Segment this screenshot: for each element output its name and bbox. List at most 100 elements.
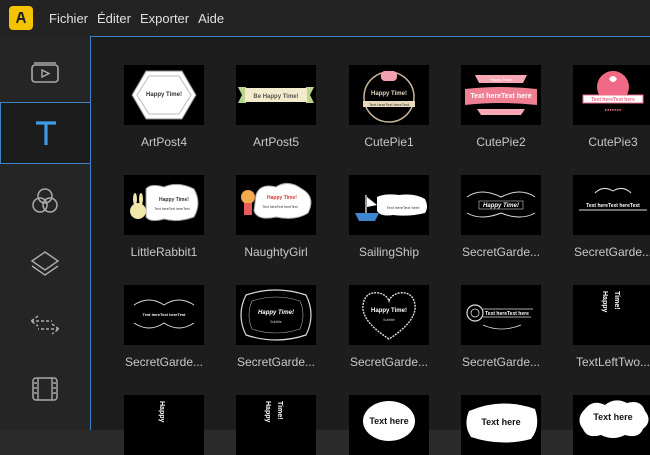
tile-label: SecretGarde... [573, 245, 650, 259]
thumb-text: Happy Time! [159, 197, 189, 203]
thumb-text: Text here [593, 412, 632, 422]
thumbnail: Happy Time! [461, 175, 541, 235]
tile-littlerabbit1[interactable]: Happy Time! Text hereText hereText Little… [124, 175, 204, 259]
tile-secretgarden-5[interactable]: Happy Time! Subtitle SecretGarde... [349, 285, 429, 369]
tile-bubble-2[interactable]: Text here [461, 395, 541, 455]
tile-vertical-2[interactable]: Happy [124, 395, 204, 455]
tile-label: ArtPost5 [252, 135, 300, 149]
menu-bar: Fichier Éditer Exporter Aide [0, 0, 650, 36]
tile-secretgarden-1[interactable]: Happy Time! SecretGarde... [461, 175, 541, 259]
tile-bubble-3[interactable]: Text here [573, 395, 650, 455]
thumbnail: Text here [573, 395, 650, 455]
thumbnail: Happy Time! Subtitle [349, 285, 429, 345]
thumb-text: Text hereText here [591, 97, 635, 103]
tile-secretgarden-3[interactable]: Text hereText hereText SecretGarde... [124, 285, 204, 369]
tile-textlefttwo[interactable]: Happy Time! TextLeftTwo... [573, 285, 650, 369]
thumbnail: Text hereText hereText [573, 175, 650, 235]
thumbnail: Happy Time! [124, 65, 204, 125]
text-template-gallery: Happy Time! ArtPost4 Be Happy Time! ArtP… [90, 36, 650, 455]
app-logo-icon [9, 6, 33, 30]
thumbnail: Happy Time! Subtitle [236, 285, 316, 345]
film-icon [32, 377, 58, 401]
tile-cutepie1[interactable]: Happy Time! Text hereText hereText CutePi… [349, 65, 429, 149]
transitions-icon [29, 315, 61, 335]
thumbnail: Happy Time! Text hereText hereText [124, 175, 204, 235]
svg-text:●●●●●●●: ●●●●●●● [605, 107, 622, 112]
tile-label: CutePie1 [364, 135, 414, 149]
thumbnail: Happy Time! [236, 395, 316, 455]
thumb-text: Text here [369, 416, 408, 426]
sidebar-overlays-button[interactable] [0, 232, 90, 294]
thumbnail: Be Happy Time! [236, 65, 316, 125]
thumbnail: Happy Time! Text hereText hereText [349, 65, 429, 125]
tile-bubble-1[interactable]: Text here [349, 395, 429, 455]
thumb-text: Text hereText hereText [154, 207, 189, 211]
tile-vertical-3[interactable]: Happy Time! [236, 395, 316, 455]
thumb-text: Happy Time! [490, 77, 512, 82]
thumb-text: Text here [481, 417, 520, 427]
sidebar-filters-button[interactable] [0, 170, 90, 232]
menu-edit[interactable]: Éditer [97, 11, 131, 26]
sidebar-elements-button[interactable] [0, 358, 90, 420]
tile-label: SailingShip [358, 245, 420, 259]
tile-label: SecretGarde... [349, 355, 429, 369]
sidebar-transitions-button[interactable] [0, 294, 90, 356]
thumb-text: Time! [276, 401, 283, 420]
thumb-text: Text hereText here [470, 93, 531, 100]
tile-sailingship[interactable]: Text hereText here SailingShip [349, 175, 429, 259]
media-icon [31, 62, 59, 83]
menu-export[interactable]: Exporter [140, 11, 189, 26]
tile-naughtygirl[interactable]: Happy Time! Text hereText hereText Naught… [236, 175, 316, 259]
tile-artpost4[interactable]: Happy Time! ArtPost4 [124, 65, 204, 149]
thumb-text: Happy Time! [267, 195, 297, 201]
thumbnail: Text hereText hereText [124, 285, 204, 345]
thumbnail: Happy Time! Text hereText here [461, 65, 541, 125]
thumb-text: Happy Time! [371, 308, 407, 314]
thumb-text: Text hereText hereText [143, 312, 187, 317]
sidebar-text-button[interactable] [0, 102, 91, 164]
sidebar-media-button[interactable] [0, 42, 90, 104]
overlays-icon [30, 251, 60, 276]
thumbnail: Text hereText here ●●●●●●● [573, 65, 650, 125]
thumbnail: Happy [124, 395, 204, 455]
tile-secretgarden-2[interactable]: Text hereText hereText SecretGarde... [573, 175, 650, 259]
thumbnail: Happy Time! Text hereText hereText [236, 175, 316, 235]
tile-label: ArtPost4 [140, 135, 188, 149]
tile-label: LittleRabbit1 [130, 245, 198, 259]
menu-file[interactable]: Fichier [49, 11, 88, 26]
text-icon [36, 121, 56, 145]
thumbnail: Text hereText here [461, 285, 541, 345]
thumb-text: Text hereText here [387, 205, 421, 210]
tile-label: CutePie2 [476, 135, 526, 149]
thumbnail: Happy Time! [573, 285, 650, 345]
thumb-text: Time! [613, 291, 620, 310]
thumb-text: Happy Time! [146, 92, 182, 98]
tile-artpost5[interactable]: Be Happy Time! ArtPost5 [236, 65, 316, 149]
thumb-text: Happy [158, 401, 165, 423]
thumb-text: Happy [601, 291, 608, 313]
thumb-text: Happy [264, 401, 271, 423]
thumb-text: Subtitle [270, 320, 282, 324]
tile-cutepie2[interactable]: Happy Time! Text hereText here CutePie2 [461, 65, 541, 149]
tile-label: NaughtyGirl [244, 245, 308, 259]
tile-label: SecretGarde... [461, 245, 541, 259]
thumb-text: Text hereText hereText [369, 102, 410, 107]
thumbnail: Text here [461, 395, 541, 455]
thumbnail: Text hereText here [349, 175, 429, 235]
thumb-text: Happy Time! [371, 91, 407, 97]
tile-secretgarden-6[interactable]: Text hereText here SecretGarde... [461, 285, 541, 369]
thumb-text: Text hereText here [485, 311, 529, 317]
thumb-text: Text hereText hereText [262, 205, 297, 209]
tile-label: SecretGarde... [236, 355, 316, 369]
tile-cutepie3[interactable]: Text hereText here ●●●●●●● CutePie3 [573, 65, 650, 149]
thumb-text: Happy Time! [258, 310, 294, 316]
tile-label: SecretGarde... [124, 355, 204, 369]
tile-secretgarden-4[interactable]: Happy Time! Subtitle SecretGarde... [236, 285, 316, 369]
thumb-text: Text hereText hereText [586, 203, 640, 209]
menu-help[interactable]: Aide [198, 11, 224, 26]
filters-icon [32, 188, 58, 213]
thumbnail: Text here [349, 395, 429, 455]
thumb-text: Happy Time! [483, 203, 519, 209]
sidebar [0, 36, 91, 430]
tile-label: SecretGarde... [461, 355, 541, 369]
